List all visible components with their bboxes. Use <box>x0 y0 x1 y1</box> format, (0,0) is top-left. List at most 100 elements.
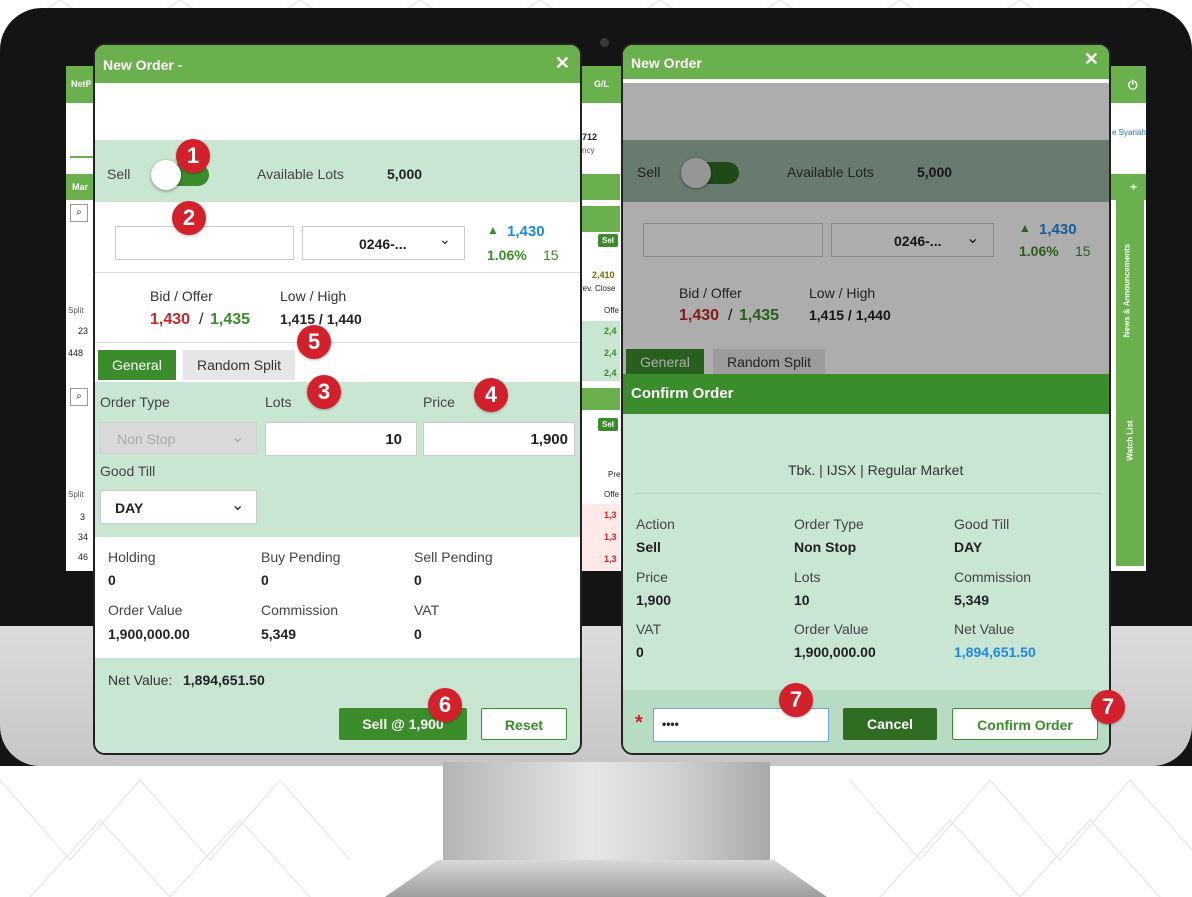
offer-value-4: 1,3 <box>604 510 617 520</box>
vat-value-2: 0 <box>636 644 644 660</box>
offer-value-2: 2,4 <box>604 348 617 358</box>
confirm-order-title: Confirm Order <box>631 385 734 402</box>
order-type-label-2: Order Type <box>794 516 864 532</box>
dialog-title: New Order - <box>103 57 183 73</box>
order-type-value-2: Non Stop <box>794 539 857 555</box>
dialog-header: New Order - ✕ <box>95 45 580 83</box>
side-panel: Sell Available Lots 5,000 <box>95 140 580 202</box>
stock-code-input[interactable] <box>115 226 294 260</box>
tab-random-split[interactable]: Random Split <box>183 350 296 380</box>
buy-pending-label: Buy Pending <box>261 549 341 565</box>
step-badge-2: 2 <box>172 201 206 235</box>
plus-icon[interactable]: + <box>1130 180 1137 194</box>
sell-pending-label: Sell Pending <box>414 549 493 565</box>
close-icon-2[interactable]: ✕ <box>1084 50 1099 68</box>
vat-label-2: VAT <box>636 621 662 637</box>
offer-label-2: Offe <box>604 490 619 499</box>
order-type-select[interactable]: Non Stop ⌄ <box>100 422 257 454</box>
sell-pending-value: 0 <box>414 572 422 588</box>
commission-value: 5,349 <box>261 626 297 642</box>
confirm-order-button[interactable]: Confirm Order <box>952 708 1098 740</box>
gl-label: G/L <box>594 79 609 89</box>
tab-general[interactable]: General <box>98 350 176 380</box>
side-label: Sell <box>107 166 131 182</box>
offer-col: 2,4 2,4 2,4 <box>578 321 620 381</box>
camera-dot <box>600 38 609 47</box>
holding-value: 0 <box>108 572 116 588</box>
low-high-value: 1,415 / 1,440 <box>280 311 362 327</box>
divider-2 <box>95 342 580 343</box>
holding-label: Holding <box>108 549 156 565</box>
price-value-2: 1,900 <box>636 592 672 608</box>
net-value-value-2: 1,894,651.50 <box>954 644 1036 660</box>
watch-list-tab[interactable]: Watch List <box>1126 420 1135 460</box>
mid-green-row <box>578 174 620 200</box>
vat-value: 0 <box>414 626 422 642</box>
side-panel-strip: News & Announcements Watch List <box>1116 196 1144 566</box>
market-tab-row: Mar <box>66 174 96 200</box>
order-value-label: Order Value <box>108 602 183 618</box>
step-badge-6: 6 <box>428 688 462 722</box>
change-percent: 1.06% <box>487 247 527 263</box>
news-announcements-tab[interactable]: News & Announcements <box>1122 244 1131 338</box>
split-value-5: 46 <box>78 552 89 562</box>
account-select[interactable]: 0246-... ⌄ <box>302 226 465 260</box>
confirm-footer: * •••• Cancel Confirm Order <box>623 690 1109 753</box>
split-value-1: 23 <box>78 326 89 336</box>
order-type-value: Non Stop <box>117 431 176 447</box>
change-value: 15 <box>543 247 559 263</box>
sell-mini-button[interactable]: Sel <box>598 234 619 247</box>
slash-separator: / <box>199 311 204 328</box>
dialog-title-2: New Order <box>631 55 702 71</box>
reset-button[interactable]: Reset <box>481 708 567 740</box>
commission-value-2: 5,349 <box>954 592 990 608</box>
offer-value-3: 2,4 <box>604 368 617 378</box>
green-row-3 <box>578 388 620 410</box>
net-value-value: 1,894,651.50 <box>183 672 265 688</box>
lots-value-2: 10 <box>794 592 810 608</box>
good-till-label: Good Till <box>100 463 156 479</box>
step-badge-5: 5 <box>297 325 331 359</box>
divider-3 <box>635 493 1101 494</box>
good-till-value: DAY <box>115 500 144 516</box>
order-form-panel: Order Type Lots Price Non Stop ⌄ 10 1,90… <box>95 382 580 537</box>
cancel-button[interactable]: Cancel <box>843 708 937 740</box>
price-label-2: Price <box>636 569 668 585</box>
ticker-sub: ncy <box>582 146 595 155</box>
buy-pending-value: 0 <box>261 572 269 588</box>
account-value: 0246-... <box>359 236 407 252</box>
sell-mini-button-2[interactable]: Sel <box>598 418 619 431</box>
commission-label: Commission <box>261 602 339 618</box>
divider <box>95 272 580 273</box>
search-icon[interactable]: ⌕ <box>70 204 88 222</box>
bid-value: 1,430 <box>150 311 191 328</box>
power-icon[interactable]: ⏻ <box>1128 78 1138 93</box>
step-badge-4: 4 <box>474 378 508 412</box>
offer-label: Offe <box>604 306 619 315</box>
monitor-stand <box>443 762 770 872</box>
toggle-knob[interactable] <box>151 160 181 190</box>
price-input[interactable]: 1,900 <box>423 422 575 456</box>
split-value-2: 448 <box>68 348 84 358</box>
net-value-label: Net Value: <box>108 672 173 688</box>
step-badge-1: 1 <box>176 139 210 173</box>
lots-value: 10 <box>385 431 402 448</box>
order-value-value: 1,900,000.00 <box>108 626 190 642</box>
offer-col-2: 1,3 1,3 1,3 <box>578 504 620 571</box>
lots-input[interactable]: 10 <box>265 422 417 456</box>
search-icon-2[interactable]: ⌕ <box>70 388 88 406</box>
available-lots-value: 5,000 <box>387 166 423 182</box>
good-till-label-2: Good Till <box>954 516 1010 532</box>
dialog-header-2: New Order ✕ <box>623 45 1109 79</box>
order-value-label-2: Order Value <box>794 621 869 637</box>
good-till-select[interactable]: DAY ⌄ <box>100 490 257 524</box>
green-row-2 <box>578 206 620 232</box>
net-value-label-2: Net Value <box>954 621 1015 637</box>
syariah-label[interactable]: e Syariah <box>1112 128 1146 137</box>
monitor-foot <box>385 860 827 897</box>
market-tab[interactable]: Mar <box>72 182 88 192</box>
step-badge-3: 3 <box>307 375 341 409</box>
vat-label: VAT <box>414 602 440 618</box>
prev-close-label: rev. Close <box>580 284 616 293</box>
close-icon[interactable]: ✕ <box>555 54 570 72</box>
